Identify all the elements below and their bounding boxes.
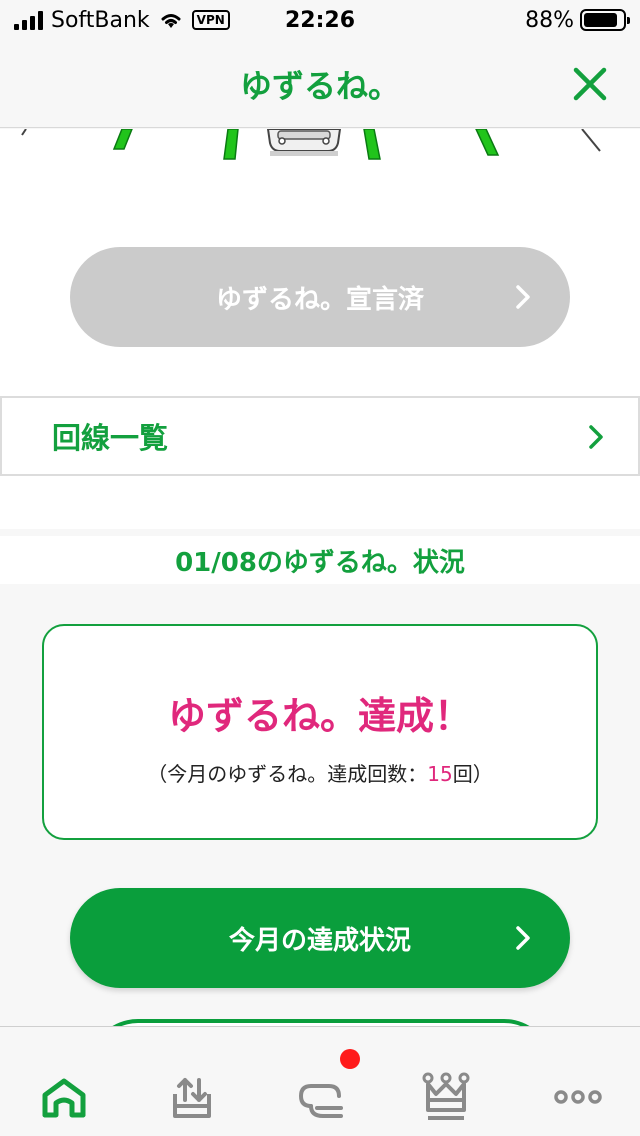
secondary-button[interactable]: [88, 1019, 554, 1026]
hero-section: ゆずるね。宣言済 回線一覧: [0, 129, 640, 529]
tab-bar: [0, 1026, 640, 1136]
main-content[interactable]: ゆずるね。宣言済 回線一覧 01/08のゆずるね。状況 ゆずるね。達成！ （今月…: [0, 129, 640, 1026]
battery-icon: [580, 9, 630, 31]
crown-icon: [422, 1072, 470, 1120]
road-illustration: [21, 129, 601, 160]
line-list-row[interactable]: 回線一覧: [0, 396, 640, 476]
chat-icon: [298, 1084, 343, 1118]
monthly-status-label: 今月の達成状況: [228, 925, 411, 956]
chevron-right-icon: [516, 285, 530, 309]
status-title: 01/08のゆずるね。状況: [0, 536, 640, 584]
result-heading: ゆずるね。達成！: [167, 694, 472, 738]
result-summary: （今月のゆずるね。達成回数：15回）: [147, 758, 492, 787]
tab-ranking[interactable]: [416, 1067, 476, 1127]
more-icon: [554, 1090, 602, 1104]
declared-button[interactable]: ゆずるね。宣言済: [70, 247, 570, 347]
achievement-count: 15: [427, 762, 453, 786]
vpn-badge: VPN: [191, 10, 230, 30]
notification-badge: [340, 1049, 360, 1069]
status-bar: SoftBank VPN 22:26 88%: [0, 0, 640, 40]
carrier-label: SoftBank: [51, 7, 150, 33]
monthly-status-button[interactable]: 今月の達成状況: [70, 888, 570, 988]
tab-more[interactable]: [548, 1067, 608, 1127]
result-summary-prefix: （今月のゆずるね。達成回数：: [147, 762, 428, 786]
upload-icon: [173, 1078, 211, 1118]
status-bar-left: SoftBank VPN: [14, 8, 230, 33]
wifi-icon: [161, 14, 181, 28]
chevron-right-icon: [516, 926, 530, 950]
home-icon: [42, 1078, 86, 1118]
close-icon[interactable]: [568, 62, 612, 106]
page-title: ゆずるね。: [239, 66, 400, 105]
signal-icon: [14, 10, 43, 30]
tab-chat[interactable]: [290, 1067, 350, 1127]
navigation-bar: ゆずるね。: [0, 40, 640, 128]
result-summary-suffix: 回）: [452, 762, 493, 786]
tab-upload[interactable]: [162, 1067, 222, 1127]
result-card: ゆずるね。達成！ （今月のゆずるね。達成回数：15回）: [42, 624, 598, 840]
declared-button-label: ゆずるね。宣言済: [215, 284, 424, 315]
line-list-label: 回線一覧: [52, 421, 169, 455]
tab-home[interactable]: [34, 1067, 94, 1127]
battery-percent: 88%: [525, 7, 574, 33]
status-bar-right: 88%: [525, 7, 630, 33]
chevron-right-icon: [589, 425, 603, 449]
